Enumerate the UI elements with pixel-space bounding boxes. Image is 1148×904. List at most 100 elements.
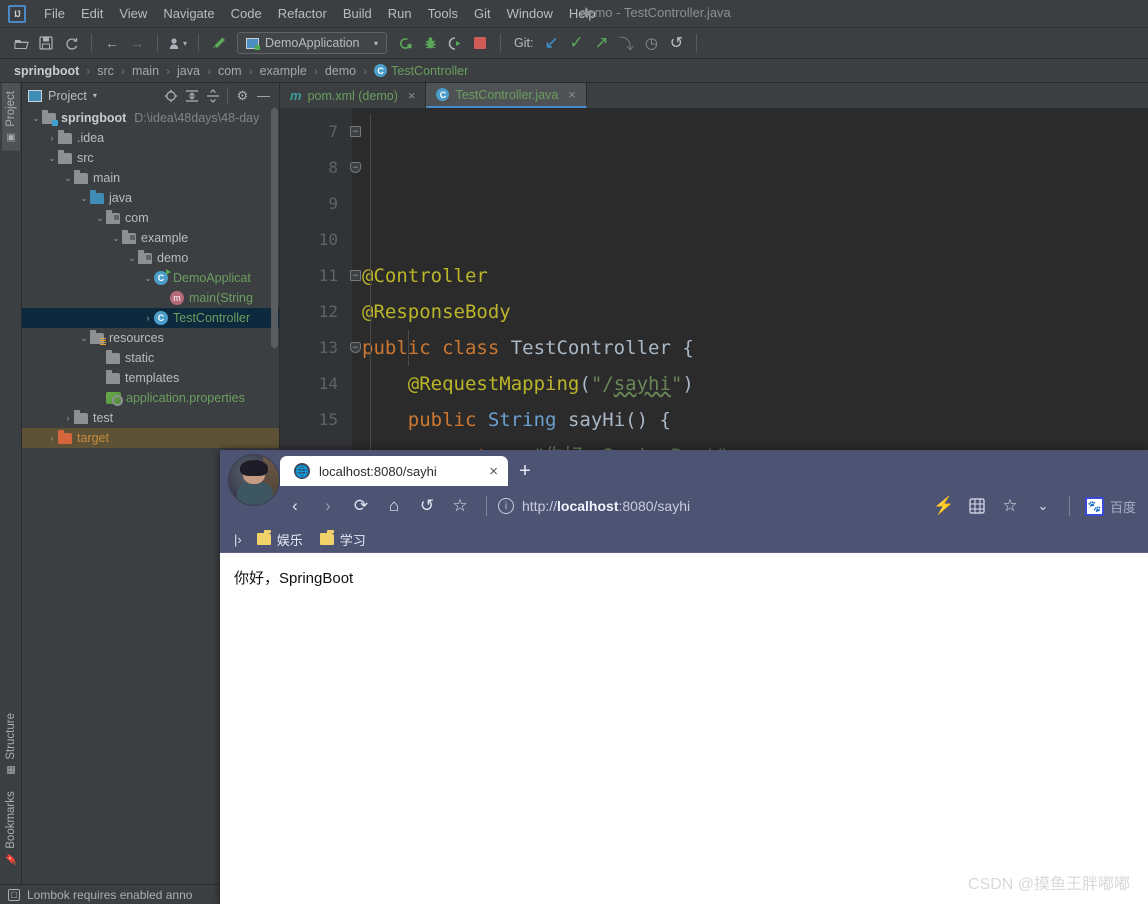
tree-vertical-scrollbar[interactable]	[271, 108, 278, 348]
home-icon[interactable]: ⌂	[379, 491, 409, 521]
avatar[interactable]	[228, 454, 280, 506]
tree-row[interactable]: ⌄ src	[22, 148, 279, 168]
breadcrumb-java[interactable]: java	[177, 64, 200, 78]
undo-icon[interactable]: ↺	[412, 491, 442, 521]
breadcrumb-com[interactable]: com	[218, 64, 242, 78]
search-engine-chip[interactable]: 🐾 百度	[1081, 496, 1136, 516]
breadcrumb-demo[interactable]: demo	[325, 64, 356, 78]
update-project-icon[interactable]: ↙	[540, 32, 562, 54]
sidebar-item-project[interactable]: ▣ Project	[1, 83, 20, 151]
breadcrumb-src[interactable]: src	[97, 64, 114, 78]
hide-panel-icon[interactable]: —	[254, 86, 273, 105]
menu-tools[interactable]: Tools	[420, 3, 466, 24]
chevron-right-icon[interactable]: ›	[46, 433, 58, 443]
tree-row[interactable]: m main(String	[22, 288, 279, 308]
code-editor[interactable]: 7−8− 9 10 11− 12 13− 14 15 @Controller @Response…	[280, 108, 1148, 462]
tab-pom-xml[interactable]: m pom.xml (demo) ×	[280, 83, 427, 108]
tree-row[interactable]: application.properties	[22, 388, 279, 408]
forward-arrow-icon[interactable]: →	[126, 32, 148, 54]
menu-run[interactable]: Run	[380, 3, 420, 24]
browser-tab[interactable]: 🌐 localhost:8080/sayhi ×	[280, 456, 508, 486]
apps-grid-icon[interactable]	[962, 491, 992, 521]
history-clock-icon[interactable]: ◷	[640, 32, 662, 54]
bookmark-yule[interactable]: 娱乐	[251, 528, 309, 551]
tree-row[interactable]: ⌄ example	[22, 228, 279, 248]
rollback-icon[interactable]: ↺	[665, 32, 687, 54]
sidebar-item-structure[interactable]: ▦ Structure	[2, 705, 20, 784]
menu-edit[interactable]: Edit	[73, 3, 111, 24]
chevron-down-icon[interactable]: ⌄	[30, 113, 42, 124]
close-icon[interactable]: ×	[568, 87, 576, 102]
menu-build[interactable]: Build	[335, 3, 380, 24]
chevron-down-icon[interactable]: ⌄	[62, 173, 74, 184]
lightning-icon[interactable]: ⚡	[929, 491, 959, 521]
star-icon[interactable]: ☆	[995, 491, 1025, 521]
locate-icon[interactable]	[161, 86, 180, 105]
run-icon[interactable]	[394, 32, 416, 54]
tree-row[interactable]: › C TestController	[22, 308, 279, 328]
menu-code[interactable]: Code	[223, 3, 270, 24]
code-content[interactable]: @Controller @ResponseBody public class Tes…	[352, 108, 1148, 462]
sync-icon[interactable]	[60, 32, 82, 54]
menu-refactor[interactable]: Refactor	[270, 3, 335, 24]
line-number-gutter[interactable]: 7−8− 9 10 11− 12 13− 14 15	[280, 108, 361, 462]
breadcrumb-main[interactable]: main	[132, 64, 159, 78]
tree-row[interactable]: › .idea	[22, 128, 279, 148]
run-coverage-icon[interactable]	[444, 32, 466, 54]
info-circle-icon[interactable]: i	[498, 498, 514, 514]
project-panel-title[interactable]: Project ▾	[28, 89, 97, 103]
close-icon[interactable]: ×	[489, 463, 498, 480]
breadcrumb-example[interactable]: example	[260, 64, 307, 78]
chevron-down-icon[interactable]: ⌄	[126, 253, 138, 264]
tree-row[interactable]: › test	[22, 408, 279, 428]
close-icon[interactable]: ×	[408, 88, 416, 103]
chevron-down-icon[interactable]: ⌄	[142, 273, 154, 284]
tree-row[interactable]: ⌄ main	[22, 168, 279, 188]
commit-check-icon[interactable]: ✓	[565, 32, 587, 54]
favorite-star-icon[interactable]: ☆	[445, 491, 475, 521]
tree-row[interactable]: ⌄ springboot D:\idea\48days\48-day	[22, 108, 279, 128]
forward-icon[interactable]: ›	[313, 491, 343, 521]
collapse-all-icon[interactable]	[203, 86, 222, 105]
tree-row[interactable]: static	[22, 348, 279, 368]
menu-navigate[interactable]: Navigate	[155, 3, 222, 24]
menu-file[interactable]: File	[36, 3, 73, 24]
chevron-right-icon[interactable]: ›	[142, 313, 154, 323]
expand-all-icon[interactable]	[182, 86, 201, 105]
tree-row[interactable]: ⌄ com	[22, 208, 279, 228]
stop-icon[interactable]	[469, 32, 491, 54]
reload-icon[interactable]: ⟳	[346, 491, 376, 521]
sidebar-item-bookmarks[interactable]: 🔖 Bookmarks	[2, 783, 20, 874]
tree-row[interactable]: ⌄ demo	[22, 248, 279, 268]
chevron-right-icon[interactable]: ›	[62, 413, 74, 423]
hammer-icon[interactable]	[208, 32, 230, 54]
back-icon[interactable]: ‹	[280, 491, 310, 521]
new-tab-button[interactable]: +	[508, 456, 542, 486]
tree-row[interactable]: ⌄ java	[22, 188, 279, 208]
chevron-down-icon[interactable]: ⌄	[46, 153, 58, 164]
chevron-down-icon[interactable]: ⌄	[78, 333, 90, 344]
breadcrumb-springboot[interactable]: springboot	[14, 64, 79, 78]
open-folder-icon[interactable]	[10, 32, 32, 54]
back-arrow-icon[interactable]: ←	[101, 32, 123, 54]
user-icon[interactable]: ▾	[167, 32, 189, 54]
save-icon[interactable]	[35, 32, 57, 54]
branch-icon[interactable]: ⤵	[615, 32, 637, 54]
push-arrow-icon[interactable]: ↗	[590, 32, 612, 54]
chevron-down-icon[interactable]: ⌄	[94, 213, 106, 224]
debug-bug-icon[interactable]	[419, 32, 441, 54]
tree-row[interactable]: › target	[22, 428, 279, 448]
tree-row[interactable]: templates	[22, 368, 279, 388]
tree-row[interactable]: ⌄ resources	[22, 328, 279, 348]
menu-window[interactable]: Window	[499, 3, 561, 24]
bookmark-xuexi[interactable]: 学习	[314, 528, 372, 551]
tab-testcontroller-java[interactable]: C TestController.java ×	[426, 83, 587, 108]
menu-view[interactable]: View	[111, 3, 155, 24]
breadcrumb-testcontroller[interactable]: C TestController	[374, 64, 468, 78]
chevron-down-icon[interactable]: ⌄	[110, 233, 122, 244]
tree-row[interactable]: ⌄ C DemoApplicat	[22, 268, 279, 288]
bookmarks-chevron-icon[interactable]: |›	[230, 532, 246, 547]
chevron-right-icon[interactable]: ›	[46, 133, 58, 143]
menu-git[interactable]: Git	[466, 3, 499, 24]
run-configuration-selector[interactable]: DemoApplication ▾	[237, 32, 387, 54]
